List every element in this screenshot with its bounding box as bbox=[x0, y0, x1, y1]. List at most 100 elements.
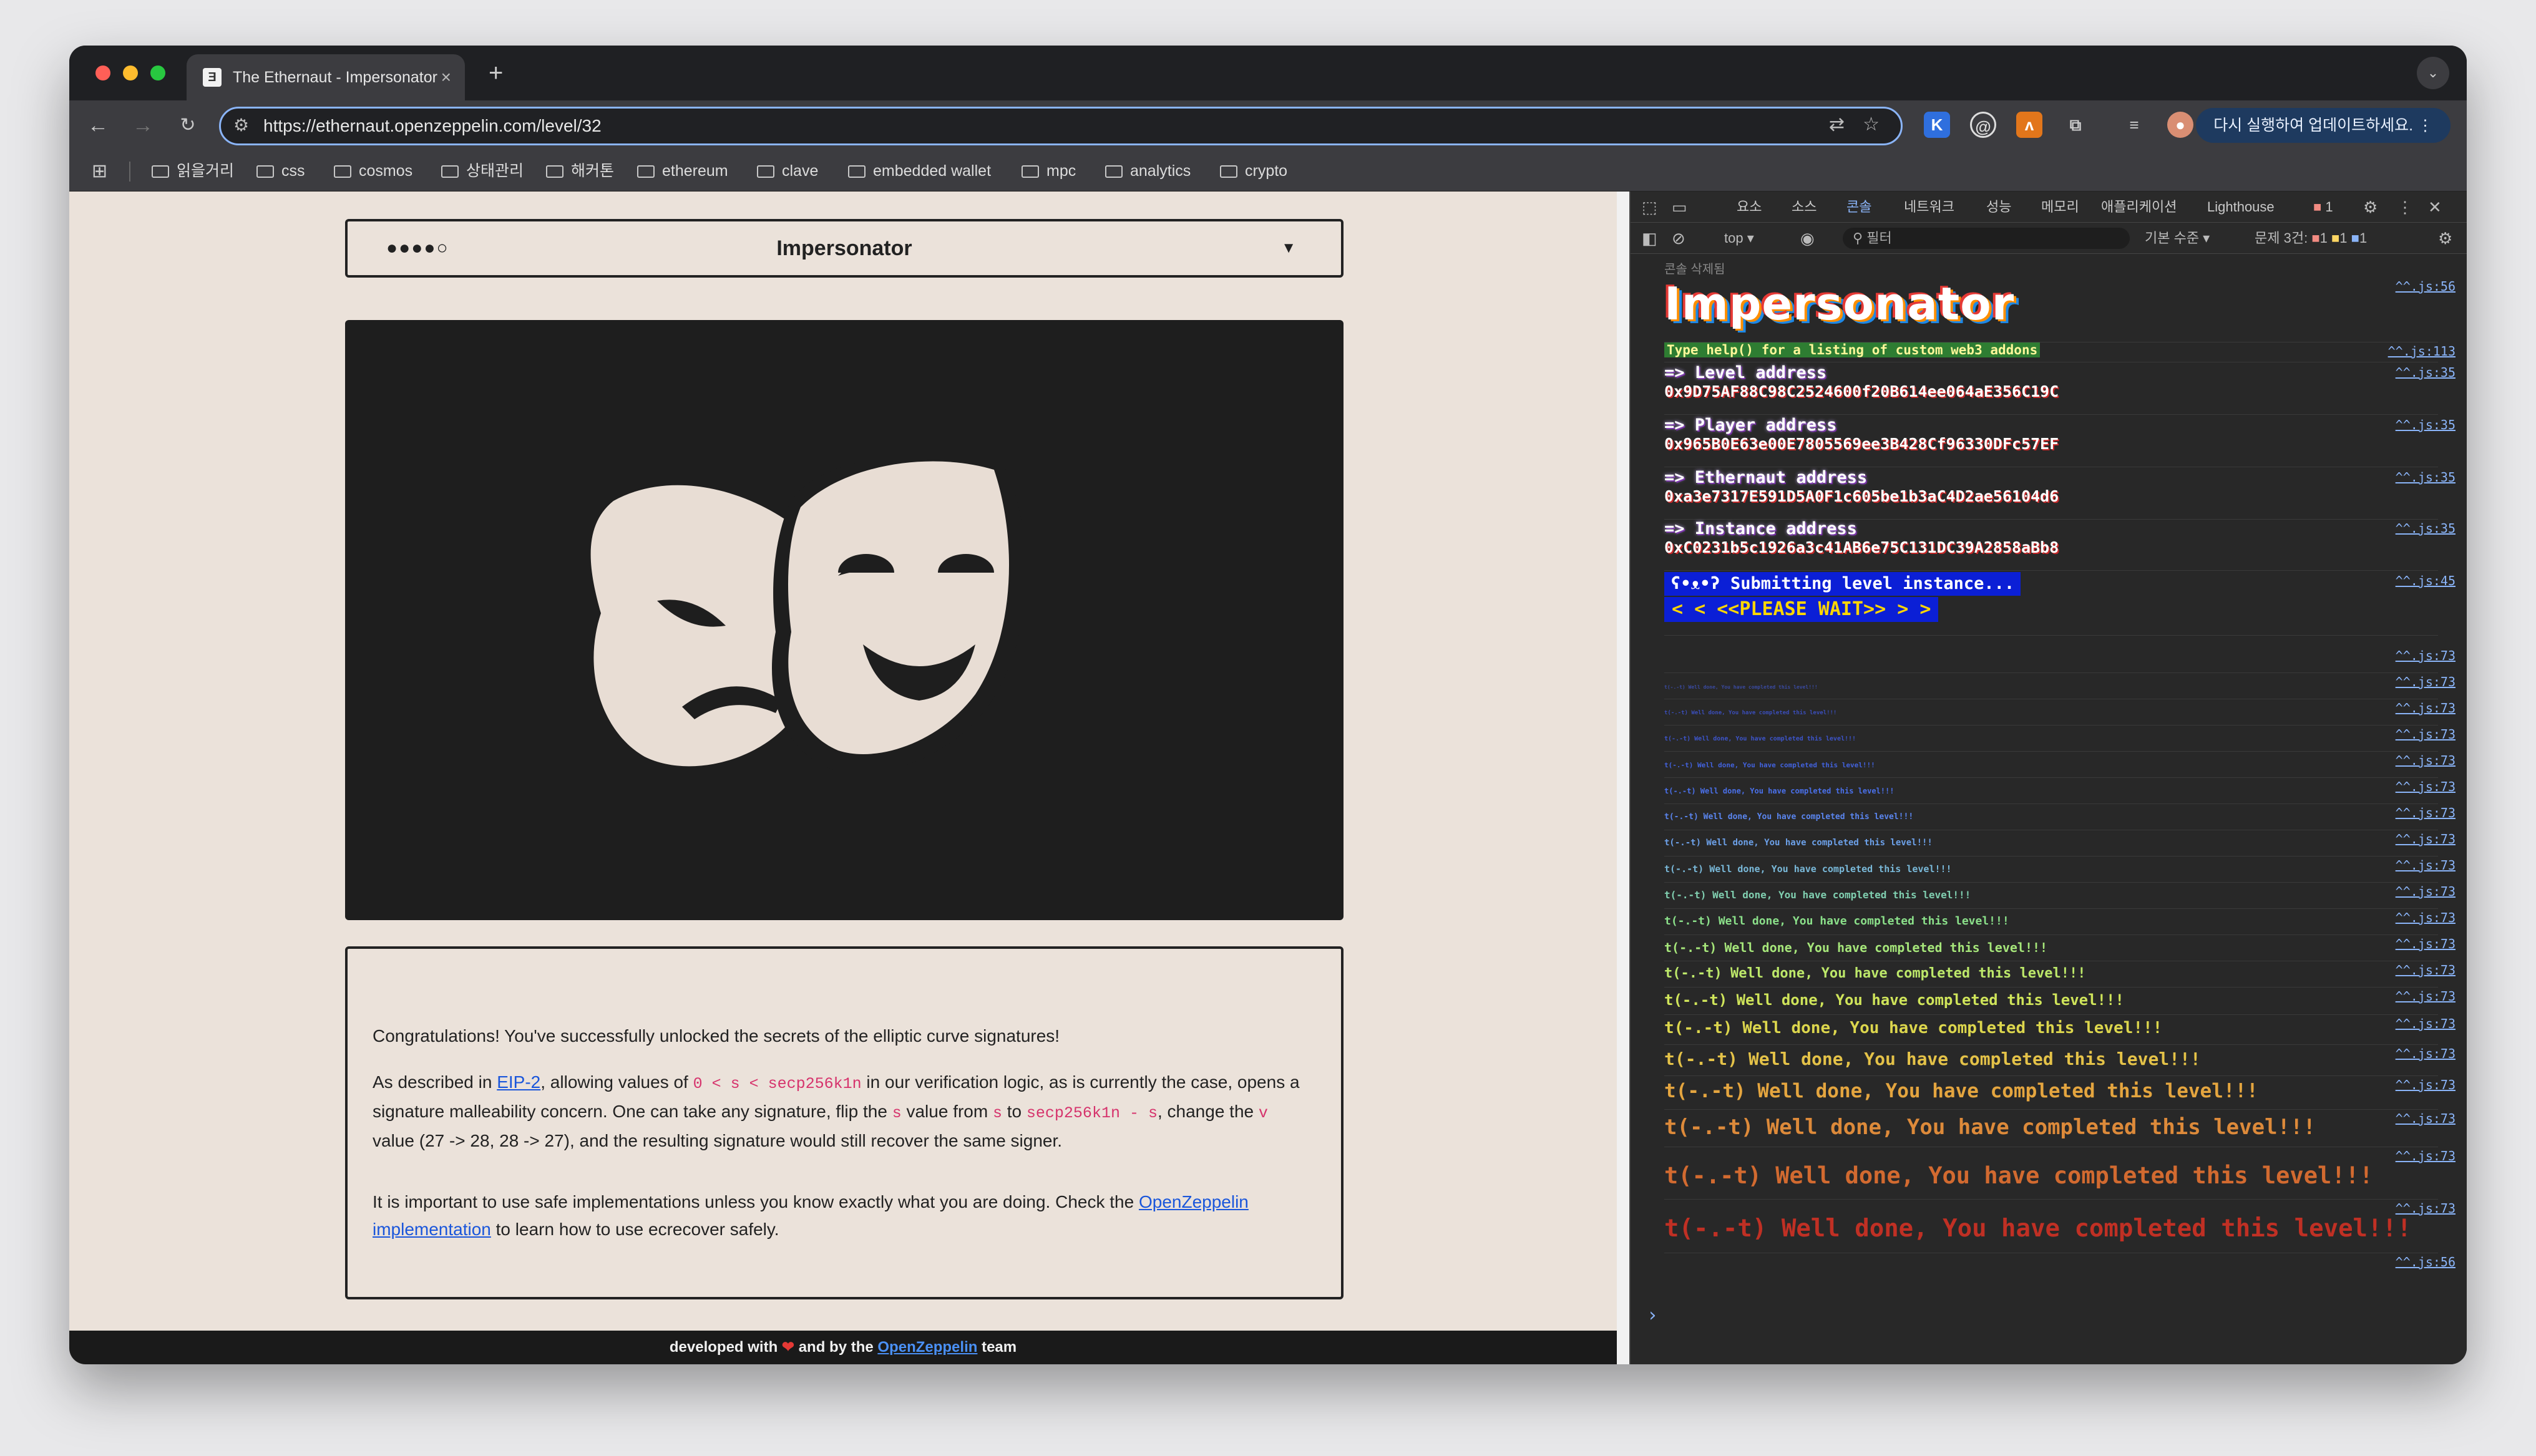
bookmark-folder[interactable]: 상태관리 bbox=[441, 150, 524, 192]
source-link[interactable]: ^^.js:73 bbox=[2396, 805, 2456, 820]
tab-lighthouse[interactable]: Lighthouse bbox=[2207, 192, 2275, 223]
source-link[interactable]: ^^.js:73 bbox=[2396, 753, 2456, 768]
inspect-element-icon[interactable]: ⬚ bbox=[1642, 192, 1657, 223]
close-window-button[interactable] bbox=[95, 66, 110, 80]
source-link[interactable]: ^^.js:73 bbox=[2396, 910, 2456, 925]
chevron-down-icon[interactable]: ▼ bbox=[1281, 221, 1296, 275]
console-prompt-icon[interactable]: › bbox=[1647, 1304, 1658, 1326]
entry-key: => Ethernaut address bbox=[1664, 468, 1868, 487]
site-info-icon[interactable]: ⚙ bbox=[233, 115, 249, 135]
source-link[interactable]: ^^.js:73 bbox=[2396, 858, 2456, 873]
source-link[interactable]: ^^.js:73 bbox=[2396, 648, 2456, 663]
source-link[interactable]: ^^.js:73 bbox=[2396, 884, 2456, 899]
console-settings-icon[interactable]: ⚙ bbox=[2438, 223, 2452, 254]
source-link[interactable]: ^^.js:45 bbox=[2396, 573, 2456, 588]
gear-icon[interactable]: ⚙ bbox=[2363, 192, 2378, 223]
entry-value: 0xa3e7317E591D5A0F1c605be1b3aC4D2ae56104… bbox=[1664, 487, 2059, 505]
source-link[interactable]: ^^.js:73 bbox=[2396, 832, 2456, 847]
bookmark-folder[interactable]: mpc bbox=[1022, 150, 1076, 192]
source-link[interactable]: ^^.js:113 bbox=[2388, 344, 2456, 359]
reload-button[interactable]: ↻ bbox=[172, 109, 204, 142]
source-link[interactable]: ^^.js:35 bbox=[2396, 365, 2456, 380]
issue-count: 1 bbox=[2319, 230, 2328, 246]
back-button[interactable]: ← bbox=[82, 109, 114, 142]
source-link[interactable]: ^^.js:35 bbox=[2396, 417, 2456, 432]
tab-console[interactable]: 콘솔 bbox=[1846, 192, 1872, 225]
source-link[interactable]: ^^.js:73 bbox=[2396, 1046, 2456, 1061]
entry-key: => Instance address bbox=[1664, 519, 1857, 538]
source-link[interactable]: ^^.js:73 bbox=[2396, 1201, 2456, 1216]
source-link[interactable]: ^^.js:73 bbox=[2396, 1111, 2456, 1126]
address-bar[interactable]: ⚙ https://ethernaut.openzeppelin.com/lev… bbox=[219, 107, 1903, 145]
bookmark-folder[interactable]: css bbox=[256, 150, 305, 192]
bookmark-folder[interactable]: clave bbox=[757, 150, 818, 192]
bookmark-folder[interactable]: 해커톤 bbox=[546, 150, 614, 192]
tab-close-icon[interactable]: × bbox=[441, 54, 451, 100]
bookmark-star-icon[interactable]: ☆ bbox=[1863, 114, 1880, 135]
extensions-puzzle-icon[interactable]: ⧉ bbox=[2062, 112, 2089, 138]
bookmark-folder[interactable]: 읽을거리 bbox=[152, 150, 234, 192]
source-link[interactable]: ^^.js:73 bbox=[2396, 1148, 2456, 1163]
page-scrollbar[interactable] bbox=[1617, 192, 1629, 1364]
wallet-extension-icon[interactable]: @ bbox=[1970, 112, 1996, 138]
metamask-fox-icon[interactable]: ʌ bbox=[2016, 112, 2042, 138]
profile-avatar[interactable]: ● bbox=[2167, 112, 2193, 138]
well-done-message: t(-.-t) Well done, You have completed th… bbox=[1664, 1115, 2316, 1140]
openzeppelin-link[interactable]: OpenZeppelin bbox=[877, 1339, 977, 1356]
bookmark-label: 상태관리 bbox=[466, 162, 524, 180]
apps-grid-icon[interactable]: ⊞ bbox=[92, 160, 107, 182]
context-selector[interactable]: top ▾ bbox=[1724, 223, 1754, 254]
bookmark-folder[interactable]: cosmos bbox=[334, 150, 412, 192]
source-link[interactable]: ^^.js:73 bbox=[2396, 674, 2456, 689]
url-text[interactable]: https://ethernaut.openzeppelin.com/level… bbox=[263, 109, 602, 143]
reading-list-icon[interactable]: ≡ bbox=[2121, 112, 2147, 138]
eip2-link[interactable]: EIP-2 bbox=[497, 1072, 540, 1092]
error-badge[interactable]: ■ 1 bbox=[2313, 192, 2333, 223]
bookmark-folder[interactable]: embedded wallet bbox=[848, 150, 991, 192]
level-selector[interactable]: ●●●●○ Impersonator ▼ bbox=[345, 219, 1344, 278]
bookmark-folder[interactable]: crypto bbox=[1220, 150, 1287, 192]
bookmarks-bar: ⊞ 읽을거리 css cosmos 상태관리 해커톤 ethereum clav… bbox=[69, 150, 2467, 192]
forward-button[interactable]: → bbox=[127, 109, 159, 142]
source-link[interactable]: ^^.js:73 bbox=[2396, 1077, 2456, 1092]
issues-counter[interactable]: 문제 3건: ■1 ■1 ■1 bbox=[2255, 223, 2367, 254]
tab-application[interactable]: 애플리케이션 bbox=[2101, 192, 2177, 223]
bookmark-folder[interactable]: analytics bbox=[1105, 150, 1191, 192]
source-link[interactable]: ^^.js:35 bbox=[2396, 470, 2456, 485]
source-link[interactable]: ^^.js:73 bbox=[2396, 701, 2456, 716]
tab-network[interactable]: 네트워크 bbox=[1904, 192, 1954, 223]
new-tab-button[interactable]: + bbox=[489, 54, 503, 92]
clear-console-icon[interactable]: ⊘ bbox=[1672, 223, 1685, 254]
source-link[interactable]: ^^.js:35 bbox=[2396, 521, 2456, 536]
source-link[interactable]: ^^.js:73 bbox=[2396, 936, 2456, 951]
tab-memory[interactable]: 메모리 bbox=[2041, 192, 2079, 223]
source-link[interactable]: ^^.js:73 bbox=[2396, 963, 2456, 978]
more-vertical-icon[interactable]: ⋮ bbox=[2397, 192, 2413, 223]
source-link[interactable]: ^^.js:73 bbox=[2396, 727, 2456, 742]
source-link[interactable]: ^^.js:56 bbox=[2396, 1255, 2456, 1269]
maximize-window-button[interactable] bbox=[150, 66, 165, 80]
update-button[interactable]: 다시 실행하여 업데이트하세요. ⋮ bbox=[2196, 108, 2451, 143]
source-link[interactable]: ^^.js:73 bbox=[2396, 989, 2456, 1004]
tab-search-button[interactable]: ⌄ bbox=[2417, 57, 2449, 89]
log-level-select[interactable]: 기본 수준 ▾ bbox=[2145, 223, 2210, 254]
eye-icon[interactable]: ◉ bbox=[1800, 223, 1815, 254]
folder-icon bbox=[152, 165, 169, 178]
filter-icon: ⚲ bbox=[1853, 230, 1867, 246]
sidebar-toggle-icon[interactable]: ◧ bbox=[1642, 223, 1657, 254]
source-link[interactable]: ^^.js:73 bbox=[2396, 1016, 2456, 1031]
close-icon[interactable]: ✕ bbox=[2428, 192, 2442, 223]
source-link[interactable]: ^^.js:73 bbox=[2396, 779, 2456, 794]
tab-elements[interactable]: 요소 bbox=[1737, 192, 1762, 223]
k-extension-icon[interactable]: K bbox=[1924, 112, 1950, 138]
bookmark-folder[interactable]: ethereum bbox=[637, 150, 728, 192]
translate-icon[interactable]: ⇄ bbox=[1829, 114, 1845, 135]
minimize-window-button[interactable] bbox=[123, 66, 138, 80]
tab-performance[interactable]: 성능 bbox=[1986, 192, 2011, 223]
source-link[interactable]: ^^.js:56 bbox=[2396, 279, 2456, 294]
bookmark-label: analytics bbox=[1130, 162, 1191, 180]
device-toolbar-icon[interactable]: ▭ bbox=[1672, 192, 1687, 223]
browser-tab[interactable]: Ǝ The Ethernaut - Impersonator × bbox=[187, 54, 465, 100]
tab-sources[interactable]: 소스 bbox=[1792, 192, 1817, 223]
console-filter-input[interactable]: ⚲ 필터 bbox=[1843, 228, 2130, 249]
